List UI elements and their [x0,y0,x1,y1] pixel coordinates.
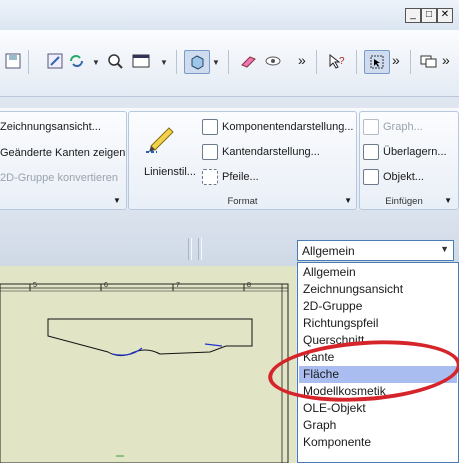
arrows-label: Pfeile... [222,171,259,183]
minimize-icon[interactable]: _ [405,8,421,23]
filter-option[interactable]: Zeichnungsansicht [299,281,457,298]
annotation-display-icon[interactable] [238,50,260,72]
show-modified-edges-command[interactable]: Geänderte Kanten zeigen [0,144,125,162]
ribbon: Zeichnungsansicht... Geänderte Kanten ze… [0,108,459,210]
object-label: Objekt... [383,171,424,183]
toolbar-separator [410,50,411,74]
arrows-command[interactable]: Pfeile... [202,168,259,186]
toolbar-separator [228,50,229,74]
toolbar-separator [356,50,357,74]
save-drawing-icon[interactable] [2,50,24,72]
chevron-down-icon[interactable]: ▼ [440,244,449,254]
filter-option[interactable]: Richtungspfeil [299,315,457,332]
overlay-icon [363,144,379,161]
window-icon[interactable] [130,50,152,72]
filter-option[interactable]: Allgemein [299,264,457,281]
chevron-down-icon[interactable]: ▼ [92,58,100,67]
chevron-down-icon[interactable]: ▼ [212,58,220,67]
cube-icon [202,119,218,136]
toolbar-separator [316,50,317,74]
splitter[interactable] [188,238,192,260]
toolbar-separator [28,50,29,74]
close-icon[interactable]: ✕ [437,8,453,23]
format-group-label: Format [227,196,258,207]
svg-text:?: ? [339,56,345,67]
format-group: Linienstil... Komponentendarstellung... … [128,111,357,210]
filter-option[interactable]: Komponente [299,434,457,451]
main-toolbar: ▼ ▼ ▼ » ? » » [0,30,459,97]
object-icon [363,169,379,186]
window-tile-icon[interactable] [418,50,440,72]
select-filter-icon[interactable] [364,50,390,74]
arrows-icon [202,169,218,186]
graph-icon [363,119,379,136]
component-display-command[interactable]: Komponentendarstellung... [202,118,353,136]
convert-2d-group-command[interactable]: 2D-Gruppe konvertieren [0,169,118,187]
context-help-icon[interactable]: ? [326,50,348,72]
zoom-icon[interactable] [104,50,126,72]
component-display-label: Komponentendarstellung... [222,121,354,133]
filter-option[interactable]: Graph [299,417,457,434]
edge-display-label: Kantendarstellung... [222,146,320,158]
edge-display-command[interactable]: Kantendarstellung... [202,143,320,161]
insert-group: Graph... Überlagern... Objekt... Einfüge… [359,111,459,210]
display-style-icon[interactable] [184,50,210,74]
overlay-label: Überlagern... [383,146,447,158]
ruler-number: 5 [33,282,37,289]
splitter[interactable] [198,238,202,260]
redraw-icon[interactable] [44,50,66,72]
ruler-number: 6 [104,282,108,289]
refresh-icon[interactable] [66,50,88,72]
ruler-number: 8 [247,282,251,289]
dialog-launcher-icon[interactable]: ▼ [444,196,452,205]
selection-filter-value: Allgemein [302,244,355,258]
drawing-canvas[interactable]: 5 6 7 8 [0,266,296,463]
dialog-launcher-icon[interactable]: ▼ [113,196,121,205]
overflow-icon[interactable]: » [392,52,400,68]
graph-command[interactable]: Graph... [363,118,423,136]
maximize-icon[interactable]: □ [421,8,437,23]
linestyle-command[interactable]: Linienstil... [144,163,196,181]
eye-icon[interactable] [262,50,284,72]
title-bar: _ □ ✕ [0,0,459,30]
drawing-view-command[interactable]: Zeichnungsansicht... [0,118,101,136]
object-command[interactable]: Objekt... [363,168,424,186]
insert-group-label: Einfügen [385,196,423,207]
selection-filter-dropdown[interactable]: Allgemein ▼ [297,240,454,261]
pencil-icon [143,120,177,157]
filter-option[interactable]: OLE-Objekt [299,400,457,417]
overlay-command[interactable]: Überlagern... [363,143,447,161]
edge-icon [202,144,218,161]
filter-option[interactable]: 2D-Gruppe [299,298,457,315]
dialog-launcher-icon[interactable]: ▼ [344,196,352,205]
overflow-icon[interactable]: » [442,52,450,68]
ruler-number: 7 [176,282,180,289]
chevron-down-icon[interactable]: ▼ [160,58,168,67]
overflow-icon[interactable]: » [298,52,306,68]
annotation-group: Zeichnungsansicht... Geänderte Kanten ze… [0,111,127,210]
toolbar-separator [176,50,177,74]
graph-label: Graph... [383,121,423,133]
